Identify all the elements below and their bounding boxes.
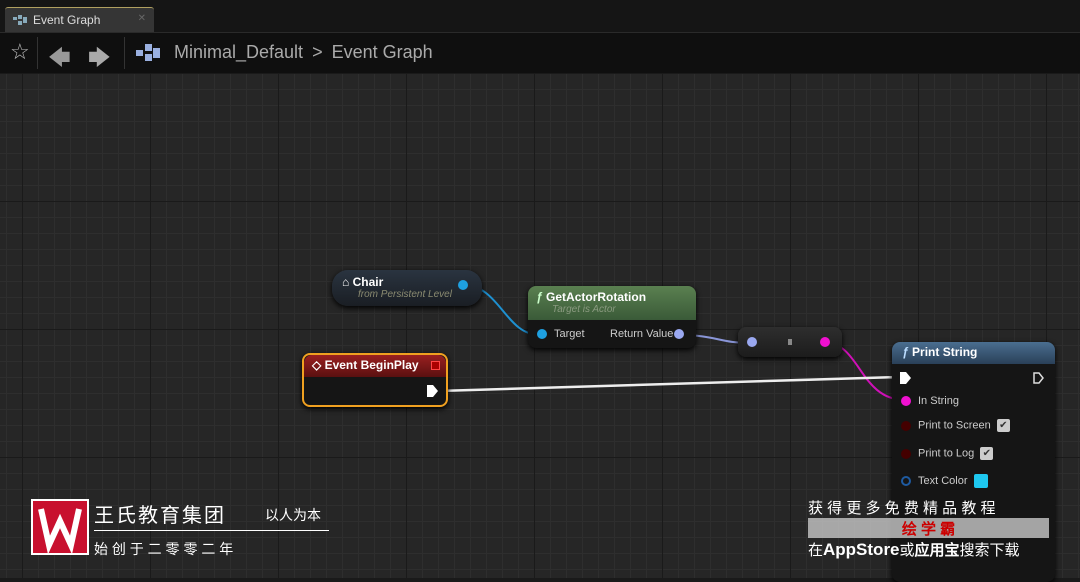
divider [37,37,38,69]
toolbar: ☆ 🡄 🡆 Minimal_Default > Event Graph [0,33,1080,73]
print-to-screen-checkbox[interactable]: ✔ [996,419,1010,432]
print-to-log-checkbox[interactable]: ✔ [980,447,994,460]
pin-label: In String [918,395,959,407]
promo-text: 搜索下载 [959,542,1020,559]
node-chair[interactable]: ⌂ Chair from Persistent Level [332,270,482,306]
promo-text: 或 [899,542,915,559]
wire-exec [437,375,901,393]
node-subtitle: from Persistent Level [358,289,452,300]
output-pin[interactable] [820,337,830,347]
tab-label: Event Graph [33,13,101,27]
print-to-screen-pin[interactable] [901,421,911,431]
function-icon: ƒ [902,345,909,359]
node-subtitle: Target is Actor [552,304,616,315]
exec-in-pin[interactable] [900,372,912,384]
pin-label: Print to Log [918,447,975,460]
promo-yyb: 应用宝 [914,542,960,559]
watermark-founded: 始 创 于 二 零 零 二 年 [94,530,329,559]
delegate-pin[interactable] [431,361,440,370]
node-title: Event BeginPlay [324,358,419,372]
brand-logo [31,499,89,555]
blueprint-graph-icon [136,44,160,61]
node-title: Chair [352,275,384,289]
tab-bar: Event Graph ✕ [0,0,1080,33]
print-to-log-pin[interactable] [901,449,911,459]
favorite-star-icon[interactable]: ☆ [10,39,30,65]
node-event-begin-play[interactable]: ◇ Event BeginPlay [302,353,448,407]
breadcrumb-separator: > [312,42,323,62]
breadcrumb: Minimal_Default > Event Graph [174,42,437,63]
node-title: Print String [912,345,978,359]
pin-label: Return Value [610,328,674,340]
pin-label: Print to Screen [918,419,991,432]
node-get-actor-rotation[interactable]: ƒ GetActorRotation Target is Actor Target… [528,286,696,348]
input-pin[interactable] [747,337,757,347]
divider [124,37,125,69]
exec-out-pin[interactable] [427,385,439,397]
breadcrumb-current: Event Graph [331,42,433,62]
pin-label: Target [554,328,585,340]
exec-out-pin[interactable] [1033,372,1045,384]
pin-label: Text Color [918,474,968,487]
close-tab-icon[interactable]: ✕ [138,13,146,24]
watermark-brand: 王氏教育集团 [94,505,226,527]
promo-text: 在 [808,542,824,559]
graph-icon [13,15,27,25]
breadcrumb-root[interactable]: Minimal_Default [174,42,303,62]
tab-event-graph[interactable]: Event Graph ✕ [5,7,154,32]
function-icon: ƒ [536,290,543,304]
output-pin[interactable] [458,280,468,290]
actor-icon: ⌂ [342,275,350,289]
promo-app-name: 绘 学 霸 [808,518,1049,538]
in-string-pin[interactable] [901,396,911,406]
watermark-motto: 以人为本 [265,507,321,523]
event-icon: ◇ [312,358,322,372]
return-value-pin[interactable] [674,329,684,339]
node-conversion[interactable] [738,327,842,357]
promo-top: 获 得 更 多 免 费 精 品 教 程 [808,500,996,517]
node-title: GetActorRotation [546,290,647,304]
target-pin[interactable] [537,329,547,339]
text-color-swatch[interactable] [973,474,988,488]
text-color-pin[interactable] [901,476,911,486]
conversion-dot [788,339,792,345]
promo-store: AppStore [823,540,900,559]
promo-bottom: 在AppStore或应用宝搜索下载 [808,539,1020,560]
